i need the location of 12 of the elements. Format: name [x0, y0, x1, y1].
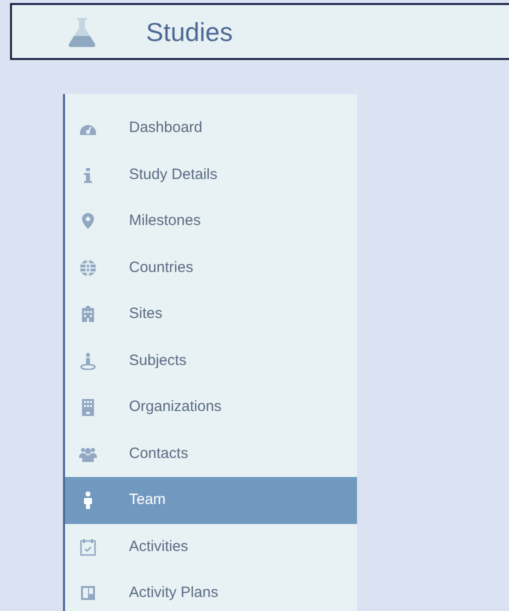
sidebar-item[interactable]: Activities	[65, 524, 357, 570]
sidebar-item[interactable]: Contacts	[65, 430, 357, 477]
sidebar-item[interactable]: Dashboard	[65, 105, 357, 152]
page-title: Studies	[146, 18, 233, 44]
sidebar-item[interactable]: Milestones	[65, 198, 357, 244]
sidebar-item[interactable]: Activity Plans	[65, 570, 357, 611]
sidebar-item[interactable]: Organizations	[65, 384, 357, 430]
sidebar-item[interactable]: Team	[65, 477, 357, 524]
sidebar-item[interactable]: Study Details	[65, 152, 357, 198]
sidebar-item[interactable]: Subjects	[65, 338, 357, 384]
sidebar-item[interactable]: Sites	[65, 291, 357, 338]
sidebar-item[interactable]: Countries	[65, 244, 357, 291]
